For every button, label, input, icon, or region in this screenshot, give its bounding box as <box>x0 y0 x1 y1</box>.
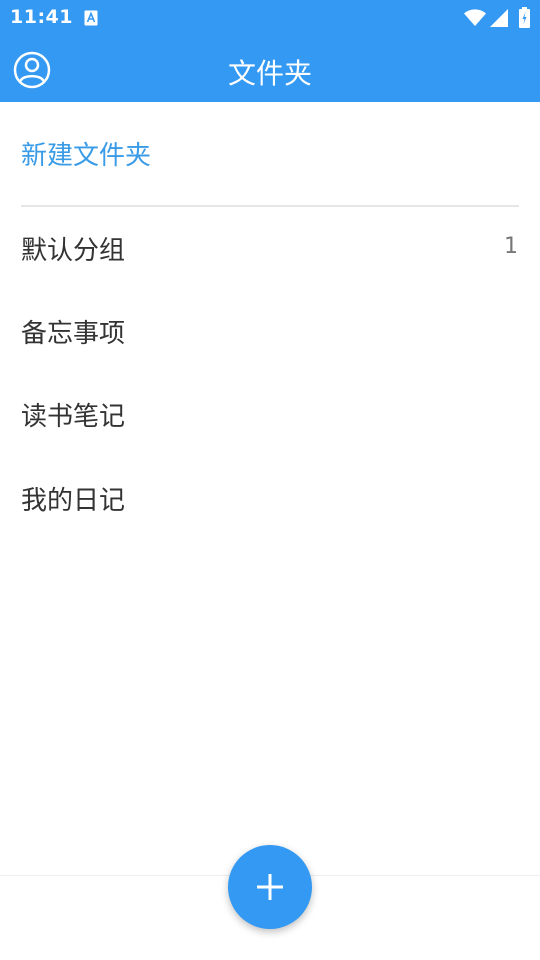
folder-item[interactable]: 备忘事项 <box>0 303 540 361</box>
folder-name: 读书笔记 <box>21 402 126 432</box>
battery-icon <box>519 7 530 32</box>
new-folder-button[interactable]: 新建文件夹 <box>21 138 521 178</box>
signal-icon <box>490 9 508 31</box>
divider <box>21 205 519 207</box>
folder-name: 备忘事项 <box>21 319 126 349</box>
status-time: 11:41 <box>10 6 73 28</box>
folder-item[interactable]: 我的日记 <box>0 470 540 528</box>
add-folder-button[interactable] <box>228 845 312 929</box>
wifi-icon <box>464 9 486 31</box>
a-notification-icon <box>84 10 98 26</box>
status-bar: 11:41 <box>0 0 540 36</box>
folder-name: 默认分组 <box>21 236 126 266</box>
folder-count: 1 <box>504 234 518 259</box>
folder-item[interactable]: 默认分组 1 <box>0 220 540 278</box>
page-title: 文件夹 <box>227 57 312 90</box>
plus-icon <box>257 874 283 900</box>
folder-item[interactable]: 读书笔记 <box>0 386 540 444</box>
folder-name: 我的日记 <box>21 486 126 516</box>
app-bar: 文件夹 <box>0 36 540 102</box>
